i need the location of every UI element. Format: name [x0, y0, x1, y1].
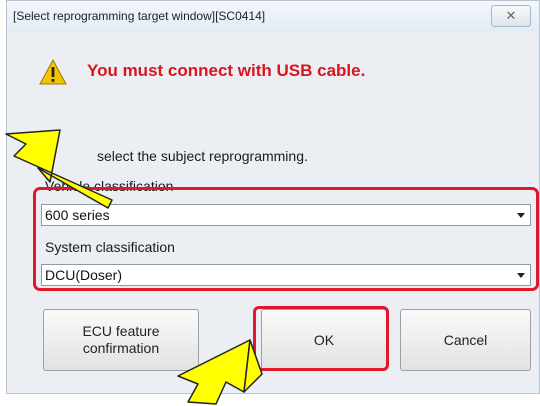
- pointer-arrow-icon: [5, 129, 113, 209]
- ecu-button-label-line1: ECU feature: [82, 323, 160, 339]
- usb-warning-message: You must connect with USB cable.: [87, 61, 366, 80]
- instruction-text: select the subject reprogramming.: [97, 148, 308, 164]
- title-bar: [Select reprogramming target window][SC0…: [7, 1, 539, 33]
- cancel-button-label: Cancel: [443, 332, 488, 348]
- ecu-button-label-line2: confirmation: [82, 340, 160, 356]
- pointer-arrow-icon: [177, 339, 263, 405]
- close-icon: ✕: [505, 8, 517, 23]
- dialog-title: [Select reprogramming target window][SC0…: [13, 9, 266, 23]
- close-button[interactable]: ✕: [491, 5, 531, 27]
- cancel-button[interactable]: Cancel: [400, 309, 531, 371]
- ok-button-highlight-box: [253, 306, 389, 371]
- warning-icon: [39, 59, 67, 85]
